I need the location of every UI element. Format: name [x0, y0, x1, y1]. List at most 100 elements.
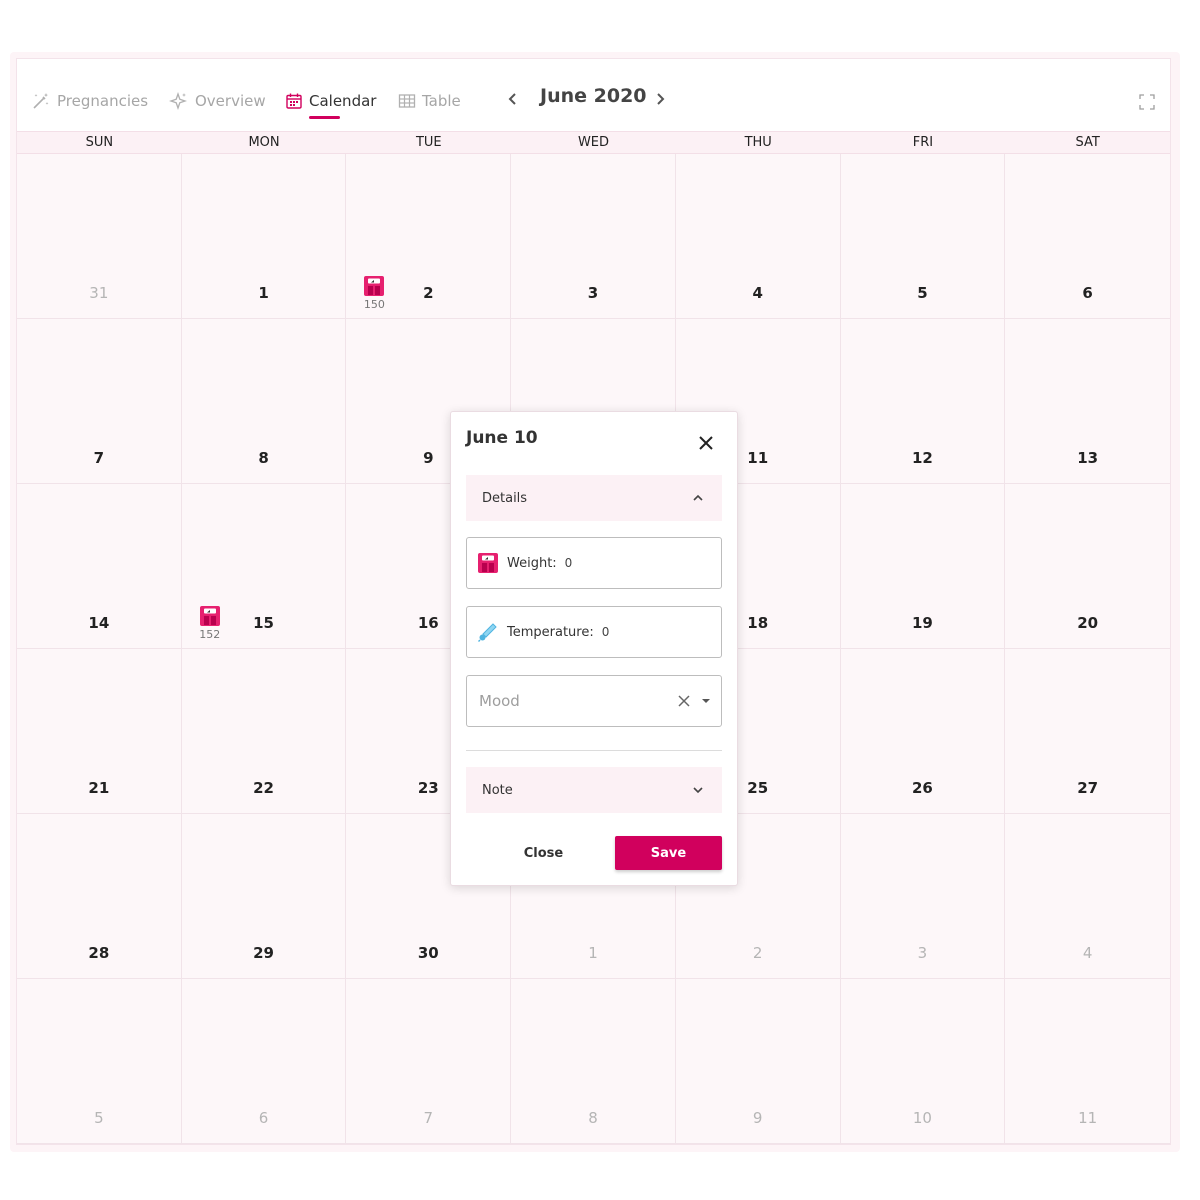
day-cell[interactable]: 3: [511, 154, 676, 319]
tab-pregnancies[interactable]: Pregnancies: [31, 89, 148, 113]
day-cell[interactable]: 14: [17, 484, 182, 649]
sparkle-icon: [169, 92, 187, 110]
details-label: Details: [482, 490, 528, 506]
day-cell[interactable]: 8: [511, 979, 676, 1144]
day-cell[interactable]: 7: [346, 979, 512, 1144]
day-number: 20: [1077, 614, 1099, 632]
day-number: 5: [917, 284, 928, 302]
close-icon: [699, 436, 713, 450]
table-icon: [398, 94, 416, 108]
day-cell[interactable]: 152 15: [181, 484, 347, 649]
thermometer-icon: [477, 621, 499, 643]
details-accordion-header[interactable]: Details: [466, 475, 722, 521]
note-label: Note: [482, 782, 513, 798]
tab-calendar[interactable]: Calendar: [285, 89, 377, 119]
tab-overview[interactable]: Overview: [169, 89, 266, 113]
mood-placeholder: Mood: [479, 692, 520, 710]
day-cell[interactable]: 7: [17, 319, 182, 484]
clear-mood-button[interactable]: [677, 694, 691, 708]
save-button[interactable]: Save: [615, 836, 722, 870]
weekday-label: MON: [248, 135, 280, 150]
weekday-label: THU: [744, 135, 772, 150]
toolbar: Pregnancies Overview Calendar Table June…: [17, 59, 1170, 131]
fullscreen-button[interactable]: [1138, 93, 1156, 111]
scale-icon: [477, 552, 499, 574]
chevron-up-icon: [693, 494, 703, 501]
day-number: 12: [911, 449, 933, 467]
day-number: 3: [587, 284, 599, 302]
dropdown-caret-icon[interactable]: [701, 696, 711, 706]
day-cell[interactable]: 11: [1005, 979, 1170, 1144]
weight-label: Weight:: [507, 555, 557, 571]
close-button[interactable]: Close: [496, 836, 591, 870]
weekday-header: SUN MON TUE WED THU FRI SAT: [17, 131, 1170, 154]
day-number: 5: [94, 1109, 104, 1127]
day-cell[interactable]: 26: [840, 649, 1006, 814]
day-cell[interactable]: 20: [1005, 484, 1170, 649]
day-cell[interactable]: 9: [675, 979, 841, 1144]
clear-icon: [678, 695, 690, 707]
weekday-label: FRI: [912, 135, 934, 150]
tab-label: Overview: [195, 92, 266, 110]
day-cell[interactable]: 1: [181, 154, 347, 319]
day-number: 19: [911, 614, 933, 632]
day-number: 7: [93, 449, 105, 467]
weekday-label: WED: [577, 135, 610, 150]
day-number: 4: [752, 284, 763, 302]
weight-field[interactable]: Weight: 0: [466, 537, 722, 589]
tab-label: Calendar: [309, 92, 377, 110]
temperature-value: 0: [601, 625, 610, 639]
day-cell[interactable]: 19: [840, 484, 1006, 649]
dialog-close-button[interactable]: [697, 434, 715, 452]
next-month-button[interactable]: [648, 87, 672, 111]
day-cell[interactable]: 10: [840, 979, 1006, 1144]
day-cell[interactable]: 150 2: [346, 154, 512, 319]
day-number: 4: [1082, 944, 1093, 962]
day-cell[interactable]: 29: [181, 814, 347, 979]
day-number: 15: [253, 614, 274, 632]
mood-select[interactable]: Mood: [466, 675, 722, 727]
day-cell[interactable]: 8: [181, 319, 347, 484]
day-number: 26: [911, 779, 933, 797]
day-number: 11: [1078, 1109, 1098, 1127]
day-number: 2: [752, 944, 763, 962]
day-cell[interactable]: 27: [1005, 649, 1170, 814]
tab-table[interactable]: Table: [398, 89, 461, 113]
active-tab-indicator: [309, 116, 341, 119]
day-number: 1: [258, 284, 269, 302]
tab-label: Table: [422, 92, 461, 110]
day-number: 13: [1077, 449, 1099, 467]
day-cell[interactable]: 31: [17, 154, 182, 319]
day-cell[interactable]: 4: [675, 154, 841, 319]
day-cell[interactable]: 6: [181, 979, 347, 1144]
day-cell[interactable]: 4: [1005, 814, 1170, 979]
day-cell[interactable]: 3: [840, 814, 1006, 979]
day-number: 22: [253, 779, 274, 797]
fullscreen-icon: [1139, 94, 1155, 110]
day-cell[interactable]: 28: [17, 814, 182, 979]
month-title: June 2020: [540, 85, 647, 107]
day-number: 30: [417, 944, 439, 962]
day-number: 28: [88, 944, 110, 962]
note-accordion-header[interactable]: Note: [466, 767, 722, 813]
day-cell[interactable]: 5: [17, 979, 182, 1144]
day-number: 9: [752, 1109, 763, 1127]
day-number: 7: [423, 1109, 434, 1127]
calendar-icon: [286, 93, 302, 109]
day-cell[interactable]: 21: [17, 649, 182, 814]
day-number: 21: [88, 779, 110, 797]
day-cell[interactable]: 5: [840, 154, 1006, 319]
temperature-label: Temperature:: [507, 624, 594, 640]
day-cell[interactable]: 13: [1005, 319, 1170, 484]
magic-wand-icon: [33, 93, 49, 109]
day-cell[interactable]: 6: [1005, 154, 1170, 319]
weekday-label: SUN: [85, 135, 114, 150]
day-cell[interactable]: 12: [840, 319, 1006, 484]
prev-month-button[interactable]: [501, 87, 525, 111]
divider: [466, 750, 722, 751]
day-cell[interactable]: 22: [181, 649, 347, 814]
day-number: 2: [423, 284, 434, 302]
weight-value: 0: [564, 556, 573, 570]
temperature-field[interactable]: Temperature: 0: [466, 606, 722, 658]
day-number: 31: [89, 284, 109, 302]
